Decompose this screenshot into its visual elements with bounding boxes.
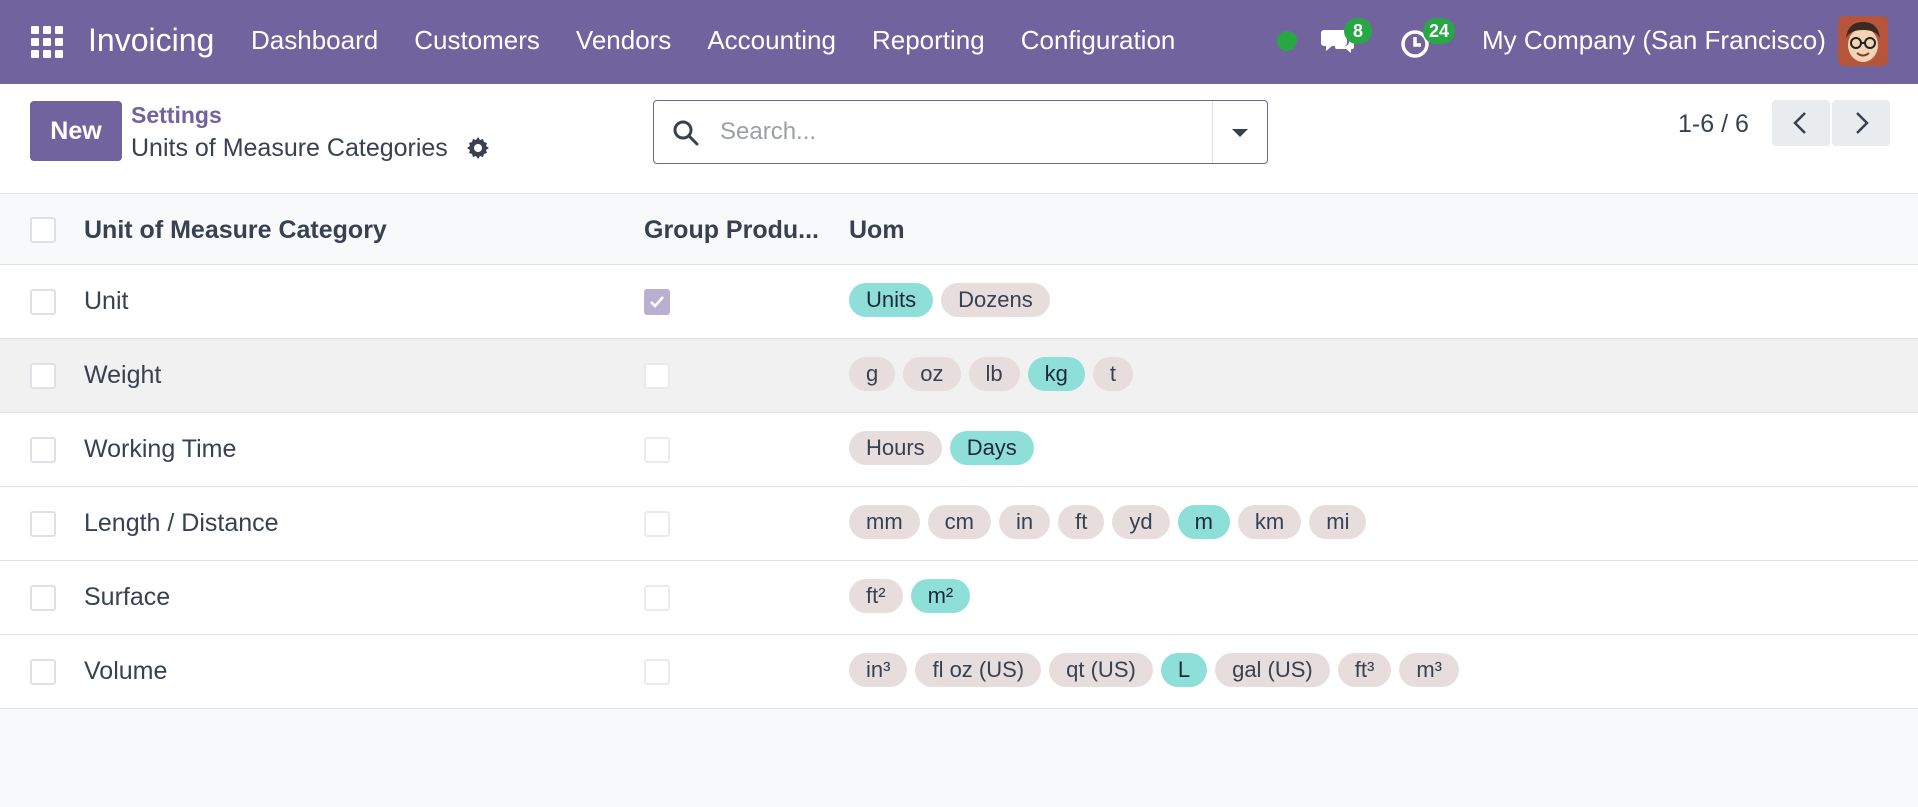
uom-tag[interactable]: cm (927, 505, 991, 539)
column-header-category[interactable]: Unit of Measure Category (84, 216, 387, 245)
uom-tag[interactable]: ft² (849, 579, 903, 613)
row-checkbox[interactable] (30, 437, 56, 463)
menu-accounting[interactable]: Accounting (707, 25, 836, 56)
main-menu: Dashboard Customers Vendors Accounting R… (251, 25, 1211, 56)
group-products-checkbox (644, 289, 670, 315)
online-status-icon (1277, 31, 1297, 51)
chevron-right-icon (1856, 112, 1869, 134)
uom-tag[interactable]: Units (849, 283, 934, 317)
category-name: Volume (84, 657, 168, 685)
chevron-left-icon (1793, 112, 1806, 134)
uom-tag[interactable]: Days (949, 431, 1034, 465)
uom-category-list: Unit of Measure Category Group Produ... … (0, 194, 1918, 709)
uom-tag[interactable]: g (849, 357, 896, 391)
search-input[interactable] (720, 111, 1200, 153)
table-header: Unit of Measure Category Group Produ... … (0, 194, 1918, 265)
user-avatar[interactable] (1838, 16, 1888, 66)
table-row[interactable]: Length / Distance mm cm in ft yd m km mi (0, 487, 1918, 561)
uom-tag[interactable]: fl oz (US) (915, 653, 1042, 687)
uom-tag[interactable]: in (998, 505, 1051, 539)
category-name: Working Time (84, 435, 237, 463)
table-row[interactable]: Working Time Hours Days (0, 413, 1918, 487)
uom-tag[interactable]: qt (US) (1049, 653, 1153, 687)
select-all-checkbox[interactable] (30, 217, 56, 243)
category-name: Weight (84, 361, 162, 389)
uom-tags: in³ fl oz (US) qt (US) L gal (US) ft³ m³ (849, 653, 1459, 687)
uom-tag[interactable]: m² (910, 579, 971, 613)
uom-tag[interactable]: lb (968, 357, 1020, 391)
uom-tag[interactable]: mm (849, 505, 920, 539)
menu-dashboard[interactable]: Dashboard (251, 25, 378, 56)
uom-tag[interactable]: t (1092, 357, 1133, 391)
uom-tag[interactable]: ft³ (1337, 653, 1392, 687)
row-checkbox[interactable] (30, 659, 56, 685)
category-name: Unit (84, 287, 129, 315)
menu-reporting[interactable]: Reporting (872, 25, 985, 56)
pager-next-button[interactable] (1832, 100, 1890, 146)
menu-configuration[interactable]: Configuration (1021, 25, 1176, 56)
category-name: Length / Distance (84, 509, 279, 537)
caret-down-icon (1232, 129, 1248, 137)
row-checkbox[interactable] (30, 363, 56, 389)
menu-customers[interactable]: Customers (414, 25, 540, 56)
uom-tags: g oz lb kg t (849, 357, 1133, 391)
app-name[interactable]: Invoicing (88, 22, 214, 59)
category-name: Surface (84, 583, 171, 611)
group-products-checkbox (644, 363, 670, 389)
table-row[interactable]: Weight g oz lb kg t (0, 339, 1918, 413)
table-row[interactable]: Volume in³ fl oz (US) qt (US) L gal (US)… (0, 635, 1918, 709)
uom-tag[interactable]: Hours (849, 431, 942, 465)
uom-tag[interactable]: m (1177, 505, 1230, 539)
uom-tag[interactable]: L (1160, 653, 1208, 687)
uom-tags: Units Dozens (849, 283, 1050, 317)
row-checkbox[interactable] (30, 511, 56, 537)
row-checkbox[interactable] (30, 289, 56, 315)
group-products-checkbox (644, 585, 670, 611)
uom-tag[interactable]: mi (1309, 505, 1367, 539)
control-panel: New Settings Units of Measure Categories… (0, 84, 1918, 194)
pager-value[interactable]: 1-6 / 6 (1678, 110, 1749, 139)
group-products-checkbox (644, 511, 670, 537)
table-row[interactable]: Surface ft² m² (0, 561, 1918, 635)
row-checkbox[interactable] (30, 585, 56, 611)
messages-count-badge: 8 (1344, 18, 1372, 44)
uom-tag[interactable]: Dozens (941, 283, 1050, 317)
pager-previous-button[interactable] (1772, 100, 1830, 146)
uom-tag[interactable]: oz (903, 357, 961, 391)
uom-tags: mm cm in ft yd m km mi (849, 505, 1367, 539)
uom-tag[interactable]: in³ (849, 653, 908, 687)
uom-tag[interactable]: ft (1058, 505, 1105, 539)
table-row[interactable]: Unit Units Dozens (0, 265, 1918, 339)
check-icon (650, 296, 664, 308)
uom-tag[interactable]: yd (1112, 505, 1170, 539)
group-products-checkbox (644, 437, 670, 463)
group-products-checkbox (644, 659, 670, 685)
new-button[interactable]: New (30, 101, 122, 161)
top-navbar: Invoicing Dashboard Customers Vendors Ac… (0, 0, 1918, 84)
page-title: Units of Measure Categories (131, 134, 448, 162)
gear-icon[interactable] (466, 136, 490, 160)
uom-tags: Hours Days (849, 431, 1034, 465)
uom-tag[interactable]: km (1237, 505, 1302, 539)
menu-vendors[interactable]: Vendors (576, 25, 671, 56)
company-switcher[interactable]: My Company (San Francisco) (1482, 25, 1826, 56)
search-icon (672, 119, 700, 147)
search-options-toggle[interactable] (1213, 101, 1268, 163)
uom-tag[interactable]: m³ (1399, 653, 1459, 687)
column-header-uom[interactable]: Uom (849, 216, 905, 245)
activities-count-badge: 24 (1423, 18, 1456, 44)
uom-tag[interactable]: kg (1027, 357, 1085, 391)
breadcrumb-settings[interactable]: Settings (131, 102, 222, 129)
search-bar (653, 100, 1268, 164)
column-header-group-products[interactable]: Group Produ... (644, 216, 819, 245)
uom-tag[interactable]: gal (US) (1215, 653, 1330, 687)
uom-tags: ft² m² (849, 579, 971, 613)
apps-grid-icon[interactable] (31, 26, 63, 58)
